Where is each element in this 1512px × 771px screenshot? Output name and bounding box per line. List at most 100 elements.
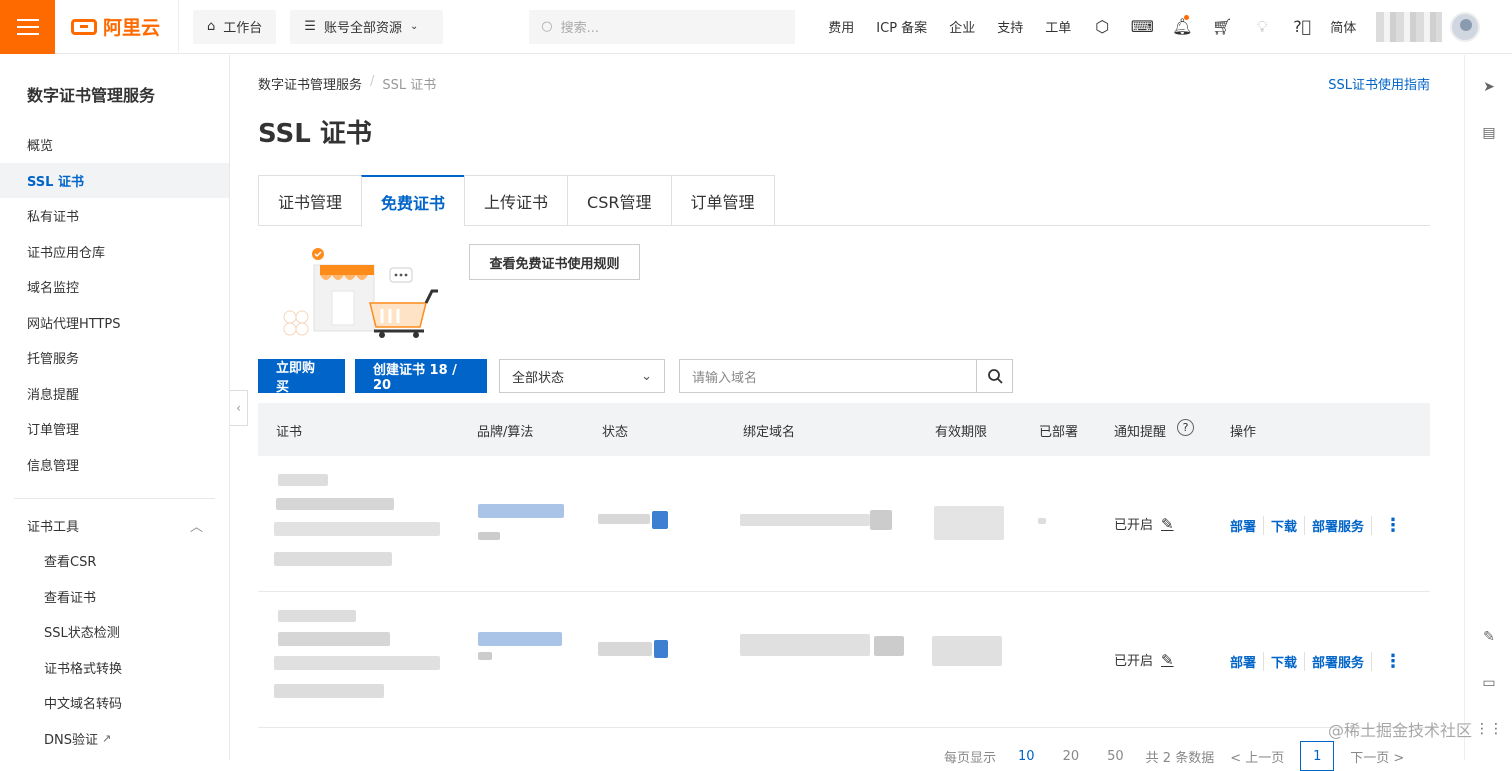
page-number-1[interactable]: 1 <box>1300 741 1335 771</box>
document-icon[interactable]: ▤ <box>1479 123 1499 143</box>
sidebar-item-proxy-https[interactable]: 网站代理HTTPS <box>0 305 229 341</box>
col-brand: 品牌/算法 <box>477 425 534 440</box>
home-icon: ⌂ <box>207 19 216 34</box>
app-icon[interactable]: ⬡ <box>1082 0 1122 54</box>
sidebar-tool-format-convert[interactable]: 证书格式转换 <box>0 650 229 686</box>
workbench-button[interactable]: ⌂ 工作台 <box>193 9 277 44</box>
resource-icon: ☰ <box>304 19 316 34</box>
tab-upload-cert[interactable]: 上传证书 <box>464 175 568 226</box>
page-size-50[interactable]: 50 <box>1101 749 1130 764</box>
blurred-cert-info <box>274 552 392 566</box>
page-size-20[interactable]: 20 <box>1057 749 1086 764</box>
sidebar-item-cert-repo[interactable]: 证书应用仓库 <box>0 234 229 270</box>
help-icon[interactable]: ? <box>1177 419 1194 436</box>
col-validity: 有效期限 <box>935 425 988 440</box>
domain-search: 请输入域名 <box>679 359 1013 393</box>
notify-cell: 已开启 ✎ <box>1114 650 1174 670</box>
tab-free-cert[interactable]: 免费证书 <box>361 175 465 227</box>
sidebar-item-ssl[interactable]: SSL 证书 <box>0 162 229 198</box>
download-link[interactable]: 下载 <box>1264 652 1306 671</box>
pointer-icon[interactable]: ➤ <box>1479 77 1499 97</box>
menu-icon[interactable] <box>0 0 55 54</box>
nav-fees[interactable]: 费用 <box>817 17 865 36</box>
edit-icon[interactable]: ✎ <box>1161 515 1174 533</box>
next-page-button[interactable]: 下一页 > <box>1350 747 1404 766</box>
row-actions: 部署 下载 部署服务 ⋮ <box>1230 515 1402 536</box>
more-options-icon[interactable]: ⋮ <box>1384 515 1402 536</box>
blurred-domain <box>740 634 870 656</box>
nav-icp[interactable]: ICP 备案 <box>865 17 938 36</box>
grid-icon[interactable]: ⋮⋮ <box>1475 719 1503 739</box>
edit-icon[interactable]: ✎ <box>1161 651 1174 669</box>
sidebar-tool-dns-verify[interactable]: DNS验证 ↗ <box>0 721 229 757</box>
blurred-cert-name <box>278 632 390 646</box>
free-cert-rules-button[interactable]: 查看免费证书使用规则 <box>469 244 640 280</box>
breadcrumb-current: SSL 证书 <box>382 78 437 93</box>
tab-cert-management[interactable]: 证书管理 <box>258 175 362 226</box>
language-switch[interactable]: 简体 <box>1322 17 1364 36</box>
domain-search-button[interactable] <box>977 359 1013 393</box>
right-rail: ➤ ▤ ✎ ▭ ⋮⋮ <box>1464 55 1512 760</box>
deploy-service-link[interactable]: 部署服务 <box>1305 516 1373 535</box>
lightbulb-icon[interactable]: 💡︎ <box>1242 0 1282 54</box>
edit-icon[interactable]: ✎ <box>1479 627 1499 647</box>
blurred-cert-info <box>274 684 384 698</box>
sidebar-item-overview[interactable]: 概览 <box>0 127 229 163</box>
prev-page-button[interactable]: < 上一页 <box>1230 747 1284 766</box>
sidebar-item-hosting[interactable]: 托管服务 <box>0 340 229 376</box>
sidebar-collapse-button[interactable]: ‹ <box>230 390 248 426</box>
sidebar-item-private-cert[interactable]: 私有证书 <box>0 198 229 234</box>
username-blurred[interactable] <box>1376 11 1443 42</box>
col-actions: 操作 <box>1230 425 1257 440</box>
sidebar: 数字证书管理服务 概览 SSL 证书 私有证书 证书应用仓库 域名监控 网站代理… <box>0 55 230 760</box>
sidebar-tool-view-csr[interactable]: 查看CSR <box>0 543 229 579</box>
deploy-link[interactable]: 部署 <box>1230 516 1265 535</box>
bell-icon[interactable]: 🔔︎ <box>1162 0 1202 54</box>
aliyun-logo[interactable]: 阿里云 <box>55 0 179 54</box>
nav-support[interactable]: 支持 <box>986 17 1034 36</box>
ssl-guide-link[interactable]: SSL证书使用指南 <box>1328 74 1430 93</box>
table-header: 证书 品牌/算法 状态 绑定域名 有效期限 已部署 通知提醒 ? 操作 <box>258 403 1430 456</box>
notification-dot <box>1184 14 1190 20</box>
cart-icon[interactable]: 🛒︎ <box>1202 0 1242 54</box>
deploy-link[interactable]: 部署 <box>1230 652 1265 671</box>
sidebar-item-info[interactable]: 信息管理 <box>0 447 229 483</box>
help-icon[interactable]: ?⃝ <box>1282 0 1322 54</box>
tab-bar: 证书管理 免费证书 上传证书 CSR管理 订单管理 <box>258 175 1430 227</box>
nav-ticket[interactable]: 工单 <box>1034 17 1082 36</box>
sidebar-tool-view-cert[interactable]: 查看证书 <box>0 579 229 615</box>
deploy-service-link[interactable]: 部署服务 <box>1305 652 1373 671</box>
sidebar-tool-ssl-check[interactable]: SSL状态检测 <box>0 614 229 650</box>
dns-verify-label: DNS验证 <box>44 732 98 748</box>
terminal-icon[interactable]: ⌨ <box>1122 0 1162 54</box>
tools-group-label: 证书工具 <box>27 519 80 535</box>
more-options-icon[interactable]: ⋮ <box>1384 651 1402 672</box>
buy-now-button[interactable]: 立即购买 <box>258 359 345 395</box>
col-deployed: 已部署 <box>1039 425 1079 440</box>
blurred-cert-id <box>278 610 356 622</box>
breadcrumb: 数字证书管理服务 / SSL 证书 <box>258 74 436 93</box>
sidebar-item-notifications[interactable]: 消息提醒 <box>0 376 229 412</box>
tab-csr-management[interactable]: CSR管理 <box>567 175 671 226</box>
chat-icon[interactable]: ▭ <box>1479 673 1499 693</box>
blurred-algorithm <box>478 532 500 540</box>
blurred-algorithm <box>478 652 492 660</box>
create-cert-button[interactable]: 创建证书 18 / 20 <box>355 359 487 393</box>
breadcrumb-root[interactable]: 数字证书管理服务 <box>258 74 362 93</box>
blurred-status-mark <box>652 511 668 529</box>
avatar[interactable] <box>1450 11 1481 42</box>
domain-search-input[interactable]: 请输入域名 <box>679 359 977 393</box>
global-search-input[interactable]: ○ 搜索... <box>529 9 796 44</box>
sidebar-tool-idn-convert[interactable]: 中文域名转码 <box>0 685 229 721</box>
download-link[interactable]: 下载 <box>1264 516 1306 535</box>
sidebar-item-orders[interactable]: 订单管理 <box>0 411 229 447</box>
page-size-10[interactable]: 10 <box>1012 749 1041 764</box>
tab-order-management[interactable]: 订单管理 <box>670 175 775 226</box>
status-select[interactable]: 全部状态 ⌄ <box>499 359 665 393</box>
chevron-down-icon: ⌄ <box>641 368 652 384</box>
per-page-label: 每页显示 <box>944 750 997 766</box>
nav-enterprise[interactable]: 企业 <box>938 17 986 36</box>
blurred-validity <box>934 506 1004 540</box>
resources-dropdown[interactable]: ☰ 账号全部资源 ⌄ <box>290 9 444 44</box>
sidebar-item-domain-monitor[interactable]: 域名监控 <box>0 269 229 305</box>
